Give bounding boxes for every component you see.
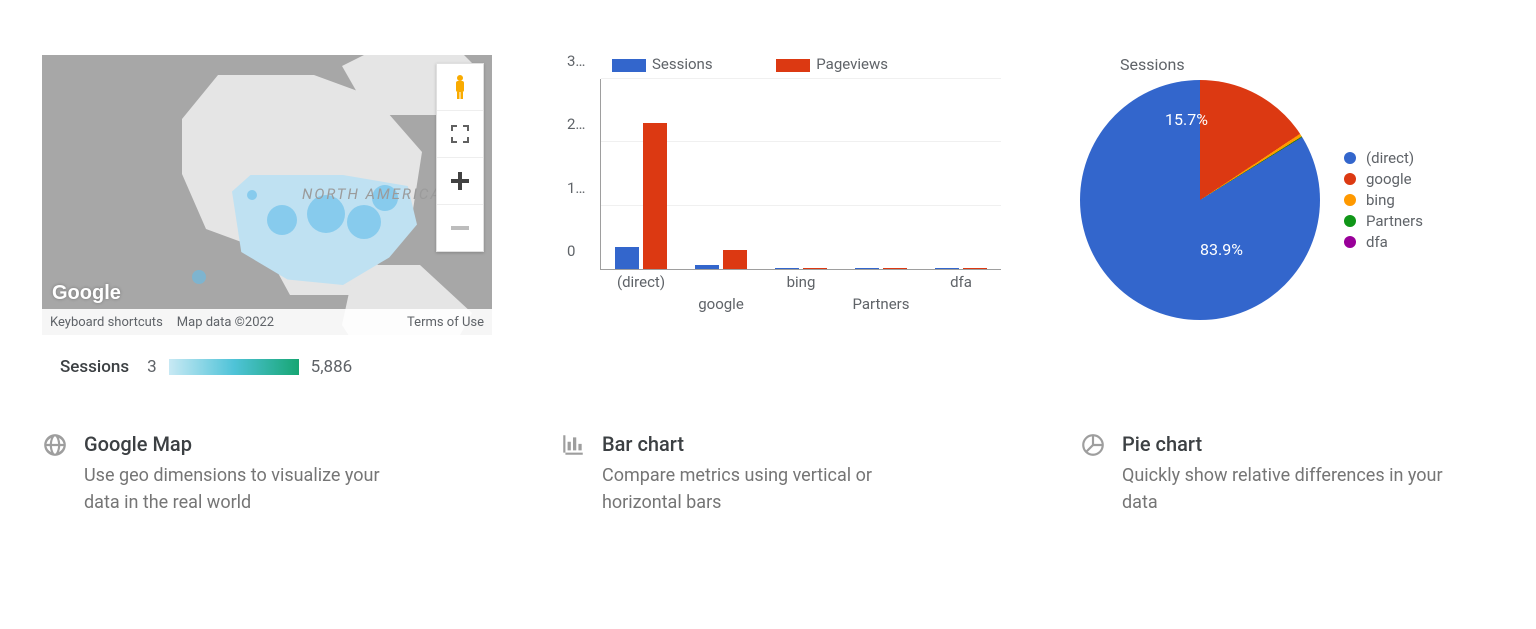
- fullscreen-icon[interactable]: [437, 111, 483, 158]
- y-tick: 2…: [567, 115, 585, 133]
- page: NORTH AMERICA Google Keyboard shortcuts: [0, 0, 1536, 629]
- x-tick: dfa: [950, 269, 972, 291]
- x-tick: google: [698, 269, 744, 313]
- legend-dot: [1344, 194, 1356, 206]
- pie-chart: 15.7% 83.9%: [1080, 80, 1320, 320]
- pie-legend-item: (direct): [1344, 149, 1423, 167]
- x-tick: Partners: [853, 269, 910, 313]
- caption-title: Pie chart: [1122, 432, 1452, 456]
- caption-title: Bar chart: [602, 432, 932, 456]
- legend-dot: [1344, 173, 1356, 185]
- pie-legend-item: google: [1344, 170, 1423, 188]
- y-tick: 3…: [567, 52, 585, 70]
- pie-slice-label-direct: 83.9%: [1200, 240, 1243, 259]
- map-bubble: [192, 270, 206, 284]
- pie-chart-card: Sessions 15.7% 83.9% (direct) google bin…: [1080, 55, 1510, 320]
- map-legend: Sessions 3 5,886: [42, 357, 492, 377]
- legend-dot: [1344, 215, 1356, 227]
- map-bubble: [267, 205, 297, 235]
- map-terms[interactable]: Terms of Use: [407, 315, 484, 330]
- legend-label-sessions: Sessions: [652, 55, 713, 73]
- map-legend-min: 3: [147, 357, 157, 377]
- x-tick: bing: [787, 269, 816, 291]
- pegman-icon[interactable]: [437, 64, 483, 111]
- map-legend-max: 5,886: [311, 357, 353, 377]
- caption-pie: Pie chart Quickly show relative differen…: [1080, 432, 1452, 516]
- pie-legend-item: bing: [1344, 191, 1423, 209]
- pie-chart-icon: [1080, 432, 1108, 516]
- bar-pageviews-direct: [643, 123, 667, 269]
- pie-legend-item: dfa: [1344, 233, 1423, 251]
- bar-pageviews-google: [723, 250, 747, 269]
- map-legend-gradient: [169, 359, 299, 375]
- x-tick: (direct): [617, 269, 665, 291]
- pie-slice-label-google: 15.7%: [1165, 110, 1208, 129]
- y-tick: 1…: [567, 179, 585, 197]
- map-attribution: Map data ©2022: [177, 315, 274, 330]
- caption-title: Google Map: [84, 432, 414, 456]
- google-map[interactable]: NORTH AMERICA Google Keyboard shortcuts: [42, 55, 492, 335]
- map-legend-label: Sessions: [60, 357, 129, 377]
- caption-bar: Bar chart Compare metrics using vertical…: [560, 432, 932, 516]
- legend-swatch-pageviews: [776, 59, 810, 72]
- map-bubble: [347, 205, 381, 239]
- caption-map: Google Map Use geo dimensions to visuali…: [42, 432, 414, 516]
- bar-plot: 0 1… 2… 3… (direct) google bing Partners…: [600, 79, 1001, 270]
- map-footer: Keyboard shortcuts Map data ©2022 Terms …: [42, 309, 492, 335]
- y-tick: 0: [567, 242, 575, 260]
- legend-dot: [1344, 236, 1356, 248]
- globe-icon: [42, 432, 70, 516]
- bar-sessions-direct: [615, 247, 639, 269]
- zoom-in-icon[interactable]: [437, 158, 483, 205]
- caption-desc: Quickly show relative differences in you…: [1122, 462, 1452, 516]
- caption-desc: Use geo dimensions to visualize your dat…: [84, 462, 414, 516]
- legend-swatch-sessions: [612, 59, 646, 72]
- map-card: NORTH AMERICA Google Keyboard shortcuts: [42, 55, 492, 377]
- caption-desc: Compare metrics using vertical or horizo…: [602, 462, 932, 516]
- bar-chart-card: Sessions Pageviews 0 1… 2… 3… (direct) g…: [560, 55, 1000, 270]
- bar-chart-icon: [560, 432, 588, 516]
- pie-legend: (direct) google bing Partners dfa: [1344, 146, 1423, 254]
- pie-title: Sessions: [1120, 55, 1510, 74]
- map-keyboard-shortcuts[interactable]: Keyboard shortcuts: [50, 315, 163, 330]
- map-region-label: NORTH AMERICA: [302, 185, 442, 203]
- google-watermark: Google: [52, 282, 121, 305]
- map-controls: [436, 63, 484, 252]
- map-bubble: [247, 190, 257, 200]
- legend-label-pageviews: Pageviews: [816, 55, 888, 73]
- zoom-out-icon[interactable]: [437, 205, 483, 251]
- legend-dot: [1344, 152, 1356, 164]
- pie-legend-item: Partners: [1344, 212, 1423, 230]
- bar-legend: Sessions Pageviews: [560, 55, 1000, 73]
